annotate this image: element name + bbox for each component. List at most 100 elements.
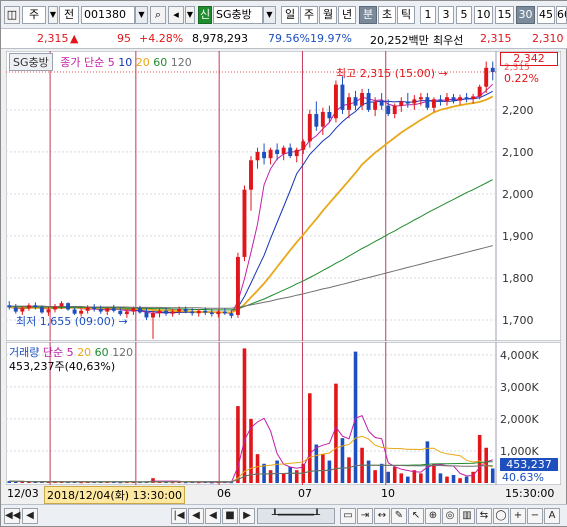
volume-bar[interactable] (294, 470, 299, 483)
volume-bar[interactable] (321, 454, 325, 483)
candle-body[interactable] (203, 310, 208, 313)
stock-code-dropdown-icon[interactable]: ▼ (135, 6, 148, 24)
rewind-icon[interactable]: ◀◀ (4, 508, 20, 524)
candle-body[interactable] (477, 86, 482, 97)
candle-body[interactable] (307, 114, 312, 142)
magnet-icon[interactable]: ⊕ (425, 508, 441, 524)
prev-icon[interactable]: ◀ (205, 508, 221, 524)
play-back-icon[interactable]: ◀ (188, 508, 204, 524)
unit-button[interactable]: 전 (59, 6, 79, 24)
volume-bar[interactable] (392, 466, 397, 483)
candle-body[interactable] (137, 308, 142, 313)
volume-bar[interactable] (386, 471, 390, 483)
candle-body[interactable] (327, 111, 332, 119)
candle-body[interactable] (20, 308, 25, 312)
volume-bar[interactable] (477, 434, 482, 483)
chart-type-select[interactable]: 주 (22, 6, 46, 24)
next-icon[interactable]: ▶ (239, 508, 255, 524)
candle-body[interactable] (46, 309, 51, 313)
candle-body[interactable] (242, 189, 247, 257)
candle-body[interactable] (268, 149, 273, 159)
volume-bar[interactable] (268, 470, 273, 483)
candle-body[interactable] (33, 305, 38, 308)
volume-bar[interactable] (425, 441, 430, 483)
interval-1-button[interactable]: 1 (420, 6, 436, 24)
candle-body[interactable] (92, 307, 97, 310)
candle-body[interactable] (13, 307, 18, 312)
candle-body[interactable] (249, 160, 253, 190)
speaker-dropdown-icon[interactable]: ▼ (185, 6, 195, 24)
volume-bar[interactable] (406, 476, 410, 483)
volume-bar[interactable] (288, 466, 292, 483)
step-back-icon[interactable]: ◀ (22, 508, 38, 524)
scale-icon[interactable]: A (544, 508, 560, 524)
volume-chart-panel[interactable]: 1,000K 2,000K 3,000K 4,000K 거래량 단순 5 20 60 … (5, 341, 562, 486)
volume-bar[interactable] (236, 406, 240, 483)
candle-body[interactable] (170, 311, 175, 314)
candle-body[interactable] (26, 305, 31, 309)
candle-body[interactable] (438, 99, 443, 102)
stock-code-input[interactable]: 001380 (81, 6, 135, 24)
candle-body[interactable] (412, 99, 417, 104)
candle-body[interactable] (255, 151, 260, 161)
price-chart[interactable]: 1,700 1,800 1,900 2,000 2,100 2,200 (5, 50, 562, 342)
candle-body[interactable] (183, 309, 188, 312)
candle-body[interactable] (216, 311, 221, 315)
volume-bar[interactable] (451, 474, 456, 483)
candle-body[interactable] (85, 307, 90, 311)
volume-bar[interactable] (340, 438, 345, 483)
volume-bar[interactable] (432, 463, 436, 483)
zoom-fit-icon[interactable]: ▭ (340, 508, 356, 524)
volume-bar[interactable] (458, 478, 462, 483)
candle-body[interactable] (66, 303, 71, 310)
candle-body[interactable] (7, 305, 12, 308)
candle-body[interactable] (229, 313, 234, 316)
volume-bar[interactable] (170, 482, 175, 484)
candle-body[interactable] (471, 96, 476, 99)
candle-body[interactable] (451, 97, 456, 101)
volume-bar[interactable] (490, 468, 495, 483)
zoom-in-icon[interactable]: + (510, 508, 526, 524)
price-legend-name[interactable]: SG충방 (9, 53, 53, 71)
cursor-icon[interactable]: ↖ (408, 508, 424, 524)
fast-back-icon[interactable]: |◀ (171, 508, 187, 524)
volume-bar[interactable] (438, 473, 443, 483)
candle-body[interactable] (131, 308, 136, 312)
volume-bar[interactable] (366, 460, 371, 483)
volume-bar[interactable] (314, 444, 319, 483)
candle-body[interactable] (314, 114, 319, 127)
period-year-button[interactable]: 년 (338, 6, 356, 24)
candle-body[interactable] (222, 311, 227, 314)
candle-body[interactable] (235, 256, 240, 315)
interval-10-button[interactable]: 10 (474, 6, 493, 24)
candle-body[interactable] (484, 67, 489, 87)
candle-body[interactable] (360, 93, 365, 106)
candle-body[interactable] (301, 141, 306, 150)
interval-15-button[interactable]: 15 (495, 6, 514, 24)
candle-body[interactable] (379, 101, 384, 106)
stock-name-dropdown-icon[interactable]: ▼ (263, 6, 276, 24)
candle-body[interactable] (405, 101, 410, 104)
candle-body[interactable] (366, 93, 371, 110)
candle-body[interactable] (105, 308, 110, 312)
candle-body[interactable] (431, 99, 436, 108)
period-week-button[interactable]: 주 (300, 6, 318, 24)
period-day-button[interactable]: 일 (281, 6, 299, 24)
search-icon[interactable]: ⌕ (150, 6, 166, 24)
candle-body[interactable] (340, 84, 345, 110)
candle-body[interactable] (445, 97, 449, 102)
candle-body[interactable] (425, 97, 430, 108)
refresh-icon[interactable]: ◯ (493, 508, 509, 524)
candle-body[interactable] (177, 309, 182, 312)
compress-icon[interactable]: ⇥ (357, 508, 373, 524)
volume-bar[interactable] (445, 476, 449, 483)
candle-body[interactable] (281, 147, 286, 154)
candle-body[interactable] (392, 105, 397, 115)
candle-body[interactable] (209, 312, 214, 315)
candle-body[interactable] (39, 307, 44, 313)
candle-body[interactable] (399, 101, 404, 106)
candle-body[interactable] (190, 311, 195, 314)
chart-settings-icon[interactable]: ◫ (4, 6, 20, 24)
volume-bar[interactable] (419, 473, 423, 483)
price-chart-panel[interactable]: 1,700 1,800 1,900 2,000 2,100 2,200 SG충방 종가 단… (5, 50, 562, 342)
